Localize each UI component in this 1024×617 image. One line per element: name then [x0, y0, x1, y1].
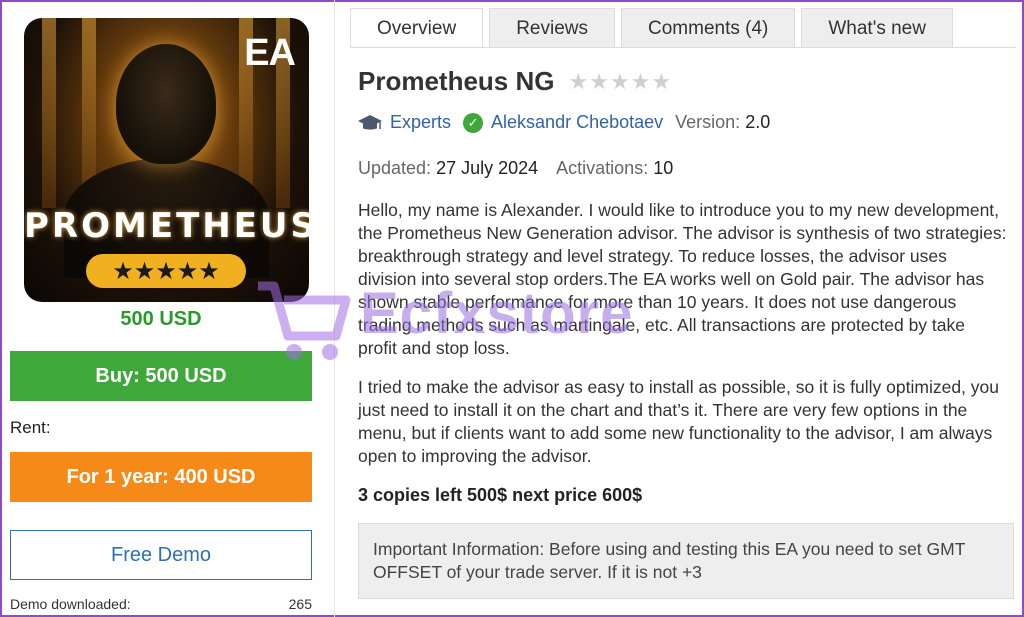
- description-paragraph-1: Hello, my name is Alexander. I would lik…: [358, 200, 1007, 358]
- image-stars-badge: ★★★★★: [86, 254, 246, 288]
- category-link[interactable]: Experts: [358, 112, 451, 133]
- copies-note: 3 copies left 500$ next price 600$: [358, 485, 643, 505]
- version: Version: 2.0: [675, 112, 770, 133]
- title-row: Prometheus NG ★★★★★: [358, 66, 672, 97]
- tab-baseline: [350, 47, 1016, 48]
- demo-downloaded-label: Demo downloaded:: [10, 596, 131, 612]
- purchase-panel: EA PROMETHEUS ★★★★★ 500 USD Buy: 500 USD…: [10, 12, 312, 612]
- product-title: Prometheus NG: [358, 66, 555, 96]
- tab-reviews[interactable]: Reviews: [489, 8, 615, 48]
- rent-label: Rent:: [10, 418, 51, 437]
- activations: Activations: 10: [556, 158, 673, 179]
- updated-value: 27 July 2024: [436, 158, 539, 178]
- tab-whats-new[interactable]: What's new: [801, 8, 953, 48]
- graduation-cap-icon: [358, 114, 382, 129]
- tab-bar: Overview Reviews Comments (4) What's new: [350, 8, 953, 48]
- meta-row: Experts ✓ Aleksandr Chebotaev Version: 2…: [358, 112, 770, 133]
- updated: Updated: 27 July 2024: [358, 158, 538, 179]
- image-figure-head: [116, 44, 216, 164]
- buy-button[interactable]: Buy: 500 USD: [10, 351, 312, 401]
- important-info-box: Important Information: Before using and …: [358, 523, 1014, 599]
- author-name: Aleksandr Chebotaev: [491, 112, 664, 132]
- product-image: EA PROMETHEUS ★★★★★: [24, 18, 309, 302]
- rating-stars[interactable]: ★★★★★: [569, 69, 673, 95]
- column-divider: [334, 0, 335, 617]
- tab-comments[interactable]: Comments (4): [621, 8, 796, 48]
- category-label: Experts: [390, 112, 452, 132]
- ea-logo: EA: [244, 32, 296, 74]
- description-paragraph-2: I tried to make the advisor as easy to i…: [358, 377, 999, 466]
- info-row: Updated: 27 July 2024 Activations: 10: [358, 158, 673, 179]
- verified-check-icon: ✓: [463, 112, 484, 133]
- demo-downloads: Demo downloaded: 265: [10, 596, 312, 612]
- author-link[interactable]: ✓ Aleksandr Chebotaev: [463, 112, 663, 133]
- demo-downloaded-count: 265: [288, 596, 312, 612]
- tab-overview[interactable]: Overview: [350, 8, 484, 48]
- free-demo-button[interactable]: Free Demo: [10, 530, 312, 580]
- rent-button[interactable]: For 1 year: 400 USD: [10, 452, 312, 502]
- activations-value: 10: [653, 158, 674, 178]
- product-price: 500 USD: [120, 308, 202, 330]
- version-label: Version:: [675, 112, 741, 132]
- activations-label: Activations:: [556, 158, 649, 178]
- image-brand-text: PROMETHEUS: [24, 206, 309, 246]
- image-pillar: [42, 18, 56, 208]
- updated-label: Updated:: [358, 158, 432, 178]
- version-value: 2.0: [745, 112, 771, 132]
